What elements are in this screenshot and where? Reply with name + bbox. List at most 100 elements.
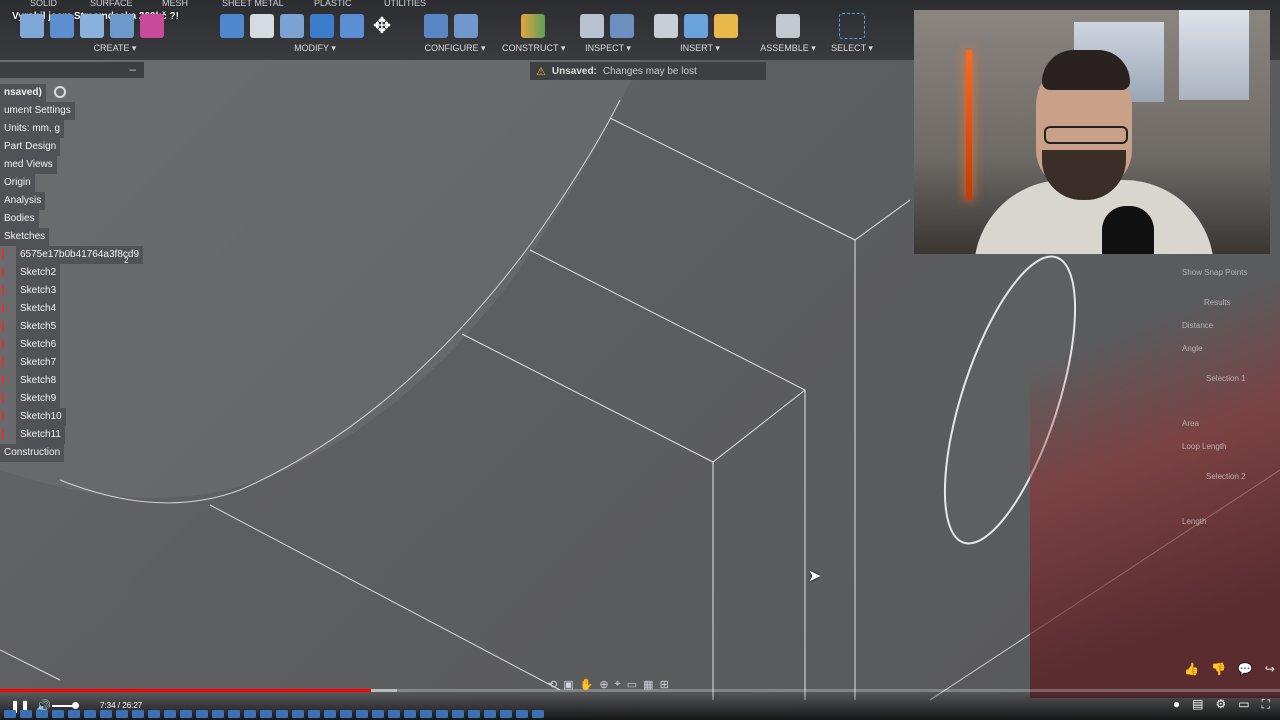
timeline-feature-icon[interactable]	[356, 710, 368, 718]
timeline-feature-icon[interactable]	[324, 710, 336, 718]
timeline-feature-icon[interactable]	[532, 710, 544, 718]
sketch-item[interactable]: Sketch5	[0, 318, 140, 336]
insert-mesh-icon[interactable]	[714, 14, 738, 38]
fillet-icon[interactable]	[250, 14, 274, 38]
timeline-feature-icon[interactable]	[148, 710, 160, 718]
active-dot-icon[interactable]	[53, 86, 66, 99]
sketch-item[interactable]: Sketch3	[0, 282, 140, 300]
construct-menu[interactable]: CONSTRUCT ▾	[502, 43, 565, 54]
timeline-feature-icon[interactable]	[484, 710, 496, 718]
press-pull-icon[interactable]	[220, 14, 244, 38]
extrude-icon[interactable]	[50, 14, 74, 38]
sketch-item[interactable]: Sketch6	[0, 336, 140, 354]
timeline-feature-icon[interactable]	[116, 710, 128, 718]
joint-icon[interactable]	[776, 14, 800, 38]
timeline-feature-icon[interactable]	[68, 710, 80, 718]
timeline-feature-icon[interactable]	[436, 710, 448, 718]
timeline-feature-icon[interactable]	[500, 710, 512, 718]
browser-item-analysis[interactable]: Analysis	[0, 192, 140, 210]
table-icon[interactable]	[454, 14, 478, 38]
timeline-feature-icon[interactable]	[228, 710, 240, 718]
tab-surface[interactable]: SURFACE	[90, 0, 133, 8]
sketch-item[interactable]: Sketch7	[0, 354, 140, 372]
browser-item-document-settings[interactable]: ument Settings	[0, 102, 140, 120]
timeline-feature-icon[interactable]	[20, 710, 32, 718]
timeline-feature-icon[interactable]	[420, 710, 432, 718]
timeline-feature-icon[interactable]	[52, 710, 64, 718]
chamfer-icon[interactable]	[280, 14, 304, 38]
timeline-feature-icon[interactable]	[276, 710, 288, 718]
comment-icon[interactable]: 💬	[1238, 662, 1253, 676]
sketch-item[interactable]: Sketch4	[0, 300, 140, 318]
sketch-item[interactable]: 6575e17b0b41764a3f8cd9 2	[0, 246, 144, 265]
timeline-feature-icon[interactable]	[372, 710, 384, 718]
timeline-feature-icon[interactable]	[196, 710, 208, 718]
move-icon[interactable]: ✥	[370, 14, 394, 38]
timeline-feature-icon[interactable]	[292, 710, 304, 718]
timeline-feature-icon[interactable]	[308, 710, 320, 718]
volume-slider[interactable]	[52, 702, 79, 709]
shell-icon[interactable]	[310, 14, 334, 38]
browser-item-named-views[interactable]: med Views	[0, 156, 140, 174]
timeline-feature-icon[interactable]	[516, 710, 528, 718]
settings-icon[interactable]: ⚙	[1215, 697, 1226, 712]
timeline-feature-icon[interactable]	[164, 710, 176, 718]
browser-item-design-type[interactable]: Part Design	[0, 138, 140, 156]
sketch-item[interactable]: Sketch8	[0, 372, 140, 390]
modify-menu[interactable]: MODIFY ▾	[220, 43, 410, 54]
browser-item-sketches[interactable]: Sketches	[0, 228, 140, 246]
create-menu[interactable]: CREATE ▾	[20, 43, 210, 54]
configure-icon[interactable]	[424, 14, 448, 38]
timeline-feature-icon[interactable]	[388, 710, 400, 718]
theater-icon[interactable]: ▭	[1238, 697, 1249, 712]
browser-item-bodies[interactable]: Bodies	[0, 210, 140, 228]
tab-solid[interactable]: SOLID	[30, 0, 57, 8]
new-component-icon[interactable]	[20, 14, 44, 38]
timeline-feature-icon[interactable]	[132, 710, 144, 718]
timeline-feature-icon[interactable]	[36, 710, 48, 718]
timeline-feature-icon[interactable]	[180, 710, 192, 718]
fullscreen-icon[interactable]: ⛶	[1262, 697, 1270, 712]
timeline-feature-icon[interactable]	[212, 710, 224, 718]
browser-item-units[interactable]: Units: mm, g	[0, 120, 140, 138]
section-analysis-icon[interactable]	[610, 14, 634, 38]
measure-icon[interactable]	[580, 14, 604, 38]
offset-plane-icon[interactable]	[521, 14, 545, 38]
timeline-feature-icon[interactable]	[260, 710, 272, 718]
select-menu[interactable]: SELECT ▾	[830, 43, 874, 54]
combine-icon[interactable]	[340, 14, 364, 38]
inspect-menu[interactable]: INSPECT ▾	[580, 43, 636, 54]
insert-canvas-icon[interactable]	[684, 14, 708, 38]
tab-utilities[interactable]: UTILITIES	[384, 0, 426, 8]
select-icon[interactable]	[839, 13, 865, 39]
share-icon[interactable]: ↪	[1265, 662, 1275, 676]
timeline-feature-icon[interactable]	[84, 710, 96, 718]
timeline-feature-icon[interactable]	[244, 710, 256, 718]
sketch-item[interactable]: Sketch10	[0, 408, 140, 426]
timeline-feature-icon[interactable]	[404, 710, 416, 718]
insert-derive-icon[interactable]	[654, 14, 678, 38]
measure-panel-item[interactable]: Show Snap Points	[1182, 268, 1247, 277]
tab-mesh[interactable]: MESH	[162, 0, 188, 8]
assemble-menu[interactable]: ASSEMBLE ▾	[760, 43, 816, 54]
insert-menu[interactable]: INSERT ▾	[654, 43, 746, 54]
browser-root[interactable]: nsaved)	[0, 84, 140, 102]
sketch-item[interactable]: Sketch2	[0, 264, 140, 282]
timeline-feature-icon[interactable]	[452, 710, 464, 718]
timeline-feature-icon[interactable]	[468, 710, 480, 718]
create-form-icon[interactable]	[140, 14, 164, 38]
revolve-icon[interactable]	[80, 14, 104, 38]
sweep-icon[interactable]	[110, 14, 134, 38]
timeline-feature-icon[interactable]	[4, 710, 16, 718]
captions-icon[interactable]: ▤	[1192, 697, 1203, 712]
tab-sheet-metal[interactable]: SHEET METAL	[222, 0, 284, 8]
timeline-feature-icon[interactable]	[100, 710, 112, 718]
tab-plastic[interactable]: PLASTIC	[314, 0, 352, 8]
video-progress-bar[interactable]	[0, 689, 1280, 692]
browser-item-origin[interactable]: Origin	[0, 174, 140, 192]
sketch-item[interactable]: Sketch9	[0, 390, 140, 408]
browser-item-construction[interactable]: Construction	[0, 444, 140, 462]
like-icon[interactable]: 👍	[1184, 662, 1199, 676]
collapse-browser-button[interactable]: –	[129, 62, 136, 76]
configure-menu[interactable]: CONFIGURE ▾	[424, 43, 486, 54]
